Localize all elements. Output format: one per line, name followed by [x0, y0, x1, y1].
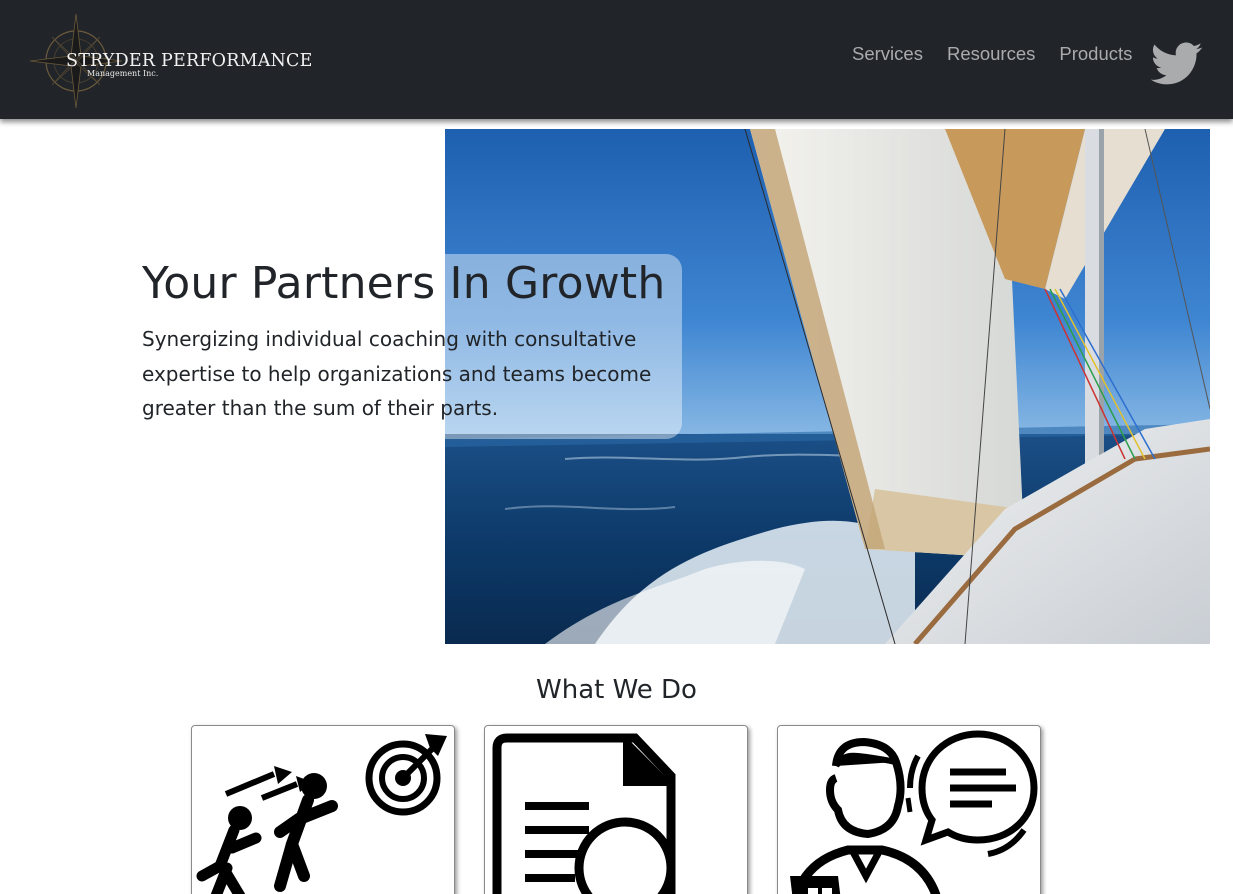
nav-link-resources[interactable]: Resources [947, 43, 1035, 65]
brand-title: STRYDER PERFORMANCE [66, 51, 313, 71]
brand-subtitle: Management Inc. [87, 69, 159, 78]
what-we-do-title: What We Do [536, 675, 697, 705]
hero-description: Synergizing individual coaching with con… [142, 327, 652, 420]
service-card-consulting[interactable] [777, 725, 1041, 894]
document-search-icon [492, 733, 676, 894]
nav-link-products[interactable]: Products [1059, 43, 1132, 65]
consultant-chat-icon [790, 730, 1038, 894]
service-card-team[interactable] [191, 725, 455, 894]
navbar: STRYDER PERFORMANCE Management Inc. Serv… [0, 0, 1233, 119]
nav-links: Services Resources Products [852, 43, 1156, 65]
service-card-document[interactable] [484, 725, 748, 894]
team-target-icon [196, 734, 447, 894]
twitter-link[interactable] [1150, 42, 1203, 86]
brand-logo-link[interactable]: STRYDER PERFORMANCE Management Inc. [30, 10, 330, 110]
twitter-icon [1150, 42, 1203, 85]
nav-link-services[interactable]: Services [852, 43, 923, 65]
hero-title: Your Partners In Growth [142, 258, 666, 309]
